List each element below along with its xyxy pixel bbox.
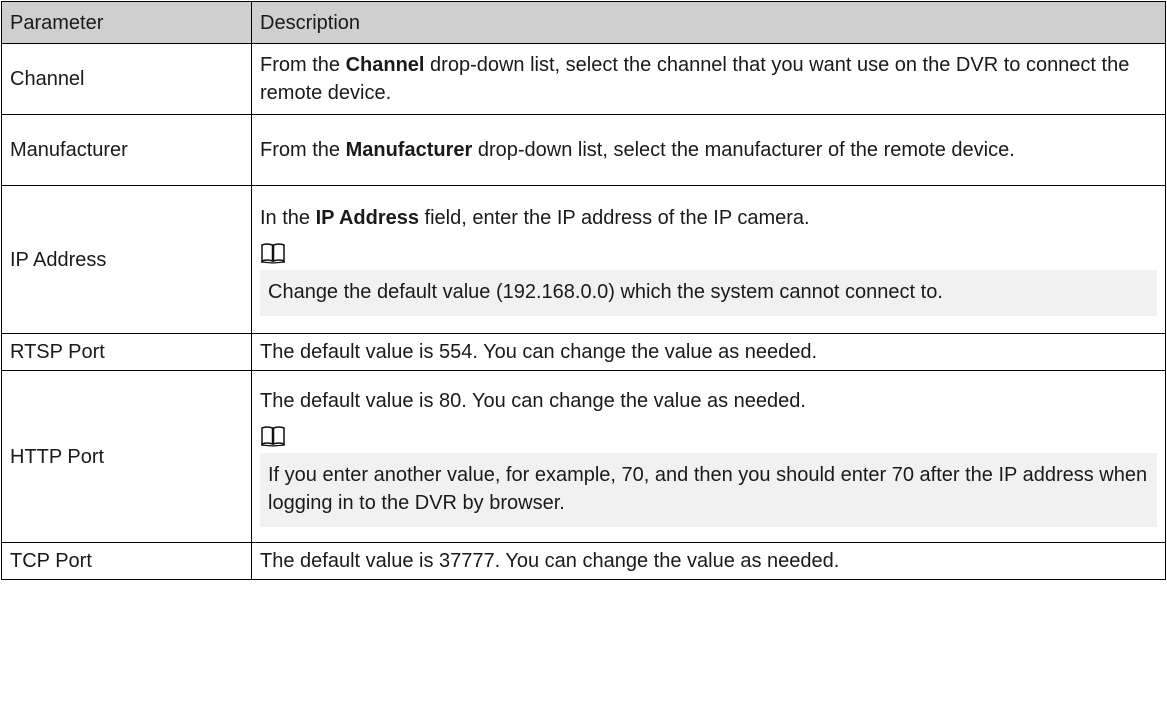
- note-text: If you enter another value, for example,…: [260, 452, 1157, 527]
- parameter-name: IP Address: [1, 185, 252, 334]
- keyword: Manufacturer: [345, 139, 473, 161]
- parameter-name: Manufacturer: [1, 114, 252, 186]
- header-parameter: Parameter: [1, 1, 252, 44]
- parameter-description: The default value is 80. You can change …: [251, 370, 1166, 543]
- parameter-name: RTSP Port: [1, 333, 252, 371]
- parameter-description: From the Manufacturer drop-down list, se…: [251, 114, 1166, 186]
- note-book-icon: [260, 242, 286, 264]
- table-row: TCP Port The default value is 37777. You…: [1, 542, 1166, 580]
- note-book-icon: [260, 425, 286, 447]
- table-row: IP Address In the IP Address field, ente…: [1, 185, 1166, 334]
- parameter-description: The default value is 37777. You can chan…: [251, 542, 1166, 580]
- parameter-name: HTTP Port: [1, 370, 252, 543]
- table-row: RTSP Port The default value is 554. You …: [1, 333, 1166, 371]
- note-text: Change the default value (192.168.0.0) w…: [260, 269, 1157, 316]
- table-row: Channel From the Channel drop-down list,…: [1, 43, 1166, 115]
- parameter-description: The default value is 554. You can change…: [251, 333, 1166, 371]
- parameter-table: Parameter Description Channel From the C…: [1, 1, 1166, 580]
- parameter-description: In the IP Address field, enter the IP ad…: [251, 185, 1166, 334]
- header-description: Description: [251, 1, 1166, 44]
- parameter-name: Channel: [1, 43, 252, 115]
- table-row: Manufacturer From the Manufacturer drop-…: [1, 114, 1166, 186]
- keyword: Channel: [345, 54, 425, 76]
- keyword: IP Address: [315, 206, 419, 229]
- table-row: HTTP Port The default value is 80. You c…: [1, 370, 1166, 543]
- parameter-description: From the Channel drop-down list, select …: [251, 43, 1166, 115]
- parameter-name: TCP Port: [1, 542, 252, 580]
